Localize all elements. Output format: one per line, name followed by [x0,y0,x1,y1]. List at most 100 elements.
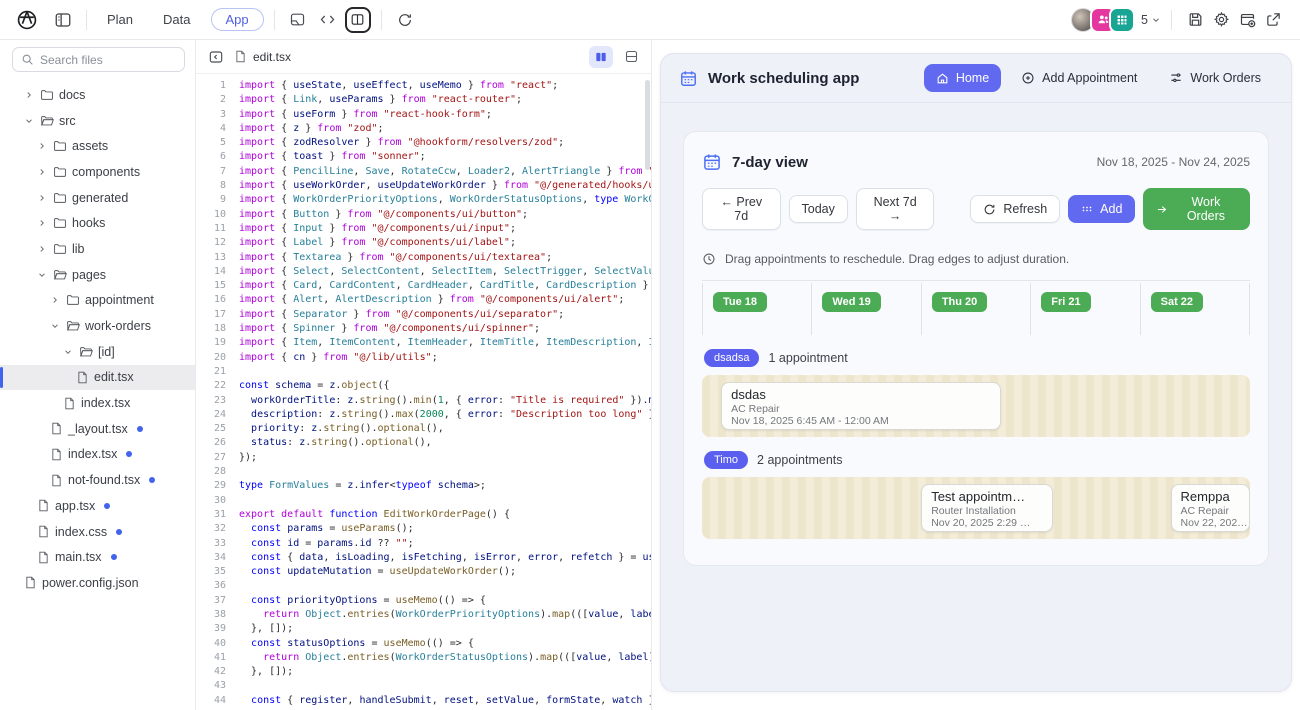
tab-app[interactable]: App [211,8,264,31]
search-input[interactable] [40,53,160,67]
day-column: Tue 18 [702,283,811,335]
chevron-right-icon[interactable] [37,141,48,151]
tree-file-index-tsx[interactable]: index.tsx [0,442,195,468]
code-line: }, []); [239,665,651,679]
tree-file-app-tsx[interactable]: app.tsx [0,493,195,519]
tree-file-index-css[interactable]: index.css [0,519,195,545]
appointment-card[interactable]: dsdas AC Repair Nov 18, 2025 6:45 AM - 1… [721,382,1000,430]
tree-file-power-config-json[interactable]: power.config.json [0,570,195,596]
file-icon [234,50,247,63]
editor-tab-edit-tsx[interactable]: edit.tsx [234,50,291,64]
code-line: import { Label } from "@/components/ui/l… [239,236,651,250]
chevron-down-icon[interactable] [24,116,35,126]
tree-folder-hooks[interactable]: hooks [0,210,195,236]
tree-folder--id-[interactable]: [id] [0,339,195,365]
sessions-dropdown[interactable]: 5 [1141,13,1161,27]
nav-home-button[interactable]: Home [924,64,1001,92]
line-number: 38 [196,608,226,622]
tree-file-main-tsx[interactable]: main.tsx [0,544,195,570]
app-body: 7-day view Nov 18, 2025 - Nov 24, 2025 ←… [661,103,1291,594]
modified-dot [116,529,122,535]
nav-add-appointment-button[interactable]: Add Appointment [1009,64,1149,92]
add-button[interactable]: Add [1068,195,1135,223]
tree-file-index-tsx[interactable]: index.tsx [0,390,195,416]
nav-work-orders-button[interactable]: Work Orders [1157,64,1273,92]
tree-item-label: not-found.tsx [68,473,140,487]
line-numbers: 1234567891011121314151617181920212223242… [196,79,226,710]
chevron-down-icon[interactable] [50,321,61,331]
tree-item-label: appointment [85,293,154,307]
tree-folder-components[interactable]: components [0,159,195,185]
split-view-icon[interactable] [345,7,371,33]
tree-item-label: lib [72,242,85,256]
folder-open-icon [79,345,93,359]
prev-7d-button[interactable]: ← Prev 7d [702,188,781,230]
code-icon[interactable] [315,7,341,33]
today-button[interactable]: Today [789,195,848,223]
appointment-card[interactable]: Test appointm… Router Installation Nov 2… [921,484,1053,532]
tab-data[interactable]: Data [153,8,200,31]
split-rows-icon[interactable] [619,46,643,68]
chevron-right-icon[interactable] [37,167,48,177]
chevron-right-icon[interactable] [50,295,61,305]
tree-folder-assets[interactable]: assets [0,133,195,159]
refresh-icon [983,203,996,216]
refresh-button[interactable]: Refresh [970,195,1060,223]
apps-badge-icon[interactable] [1111,9,1133,31]
appointment-time: Nov 20, 2025 2:29 … [931,517,1043,529]
chevron-right-icon[interactable] [37,193,48,203]
line-number: 15 [196,279,226,293]
code-editor: edit.tsx 1234567891011121314151617181920… [196,40,652,710]
next-7d-button[interactable]: Next 7d → [856,188,935,230]
divider [86,10,87,30]
settings-icon[interactable] [1208,7,1234,33]
editor-scrollbar[interactable] [645,80,650,170]
technician-lane: dsdas AC Repair Nov 18, 2025 6:45 AM - 1… [702,375,1250,437]
code-area[interactable]: 1234567891011121314151617181920212223242… [196,74,651,710]
tree-item-label: hooks [72,216,105,230]
nav-add-appointment-label: Add Appointment [1042,71,1137,85]
work-orders-green-button[interactable]: Work Orders [1143,188,1250,230]
tree-folder-lib[interactable]: lib [0,236,195,262]
tree-item-label: app.tsx [55,499,95,513]
tree-folder-docs[interactable]: docs [0,82,195,108]
tree-file-not-found-tsx[interactable]: not-found.tsx [0,467,195,493]
split-columns-icon[interactable] [589,46,613,68]
share-icon[interactable] [1260,7,1286,33]
tree-folder-appointment[interactable]: appointment [0,288,195,314]
tab-plan[interactable]: Plan [97,8,143,31]
code-line: const statusOptions = useMemo(() => { [239,637,651,651]
tree-folder-generated[interactable]: generated [0,185,195,211]
save-icon[interactable] [1182,7,1208,33]
code-line: type FormValues = z.infer<typeof schema>… [239,479,651,493]
tree-folder-src[interactable]: src [0,108,195,134]
tree-folder-work-orders[interactable]: work-orders [0,313,195,339]
work-scheduling-app-panel: Work scheduling app Home Add Appointment… [660,53,1292,692]
file-icon [24,576,37,589]
nav-work-orders-label: Work Orders [1190,71,1261,85]
code-lines: import { useState, useEffect, useMemo } … [226,79,651,710]
new-window-icon[interactable] [1234,7,1260,33]
collapse-panel-icon[interactable] [206,47,226,67]
editor-tab-label: edit.tsx [253,50,291,64]
add-circle-icon [1021,71,1035,85]
divider [702,280,1250,281]
sidebar-toggle-icon[interactable] [50,7,76,33]
chevron-right-icon[interactable] [24,90,35,100]
tree-folder-pages[interactable]: pages [0,262,195,288]
clock-icon [702,252,716,266]
chevron-right-icon[interactable] [37,218,48,228]
chevron-down-icon[interactable] [63,347,74,357]
line-number: 39 [196,622,226,636]
preview-icon[interactable] [285,7,311,33]
technician-rows: dsadsa 1 appointment dsdas AC Repair Nov… [702,349,1250,539]
refresh-icon[interactable] [392,7,418,33]
line-number: 13 [196,251,226,265]
drag-hint-text: Drag appointments to reschedule. Drag ed… [725,252,1069,266]
tree-file--layout-tsx[interactable]: _layout.tsx [0,416,195,442]
search-files-box[interactable] [12,47,185,72]
appointment-card[interactable]: Remppa AC Repair Nov 22, 202… [1171,484,1250,532]
chevron-right-icon[interactable] [37,244,48,254]
chevron-down-icon[interactable] [37,270,48,280]
tree-file-edit-tsx[interactable]: edit.tsx [0,365,195,391]
